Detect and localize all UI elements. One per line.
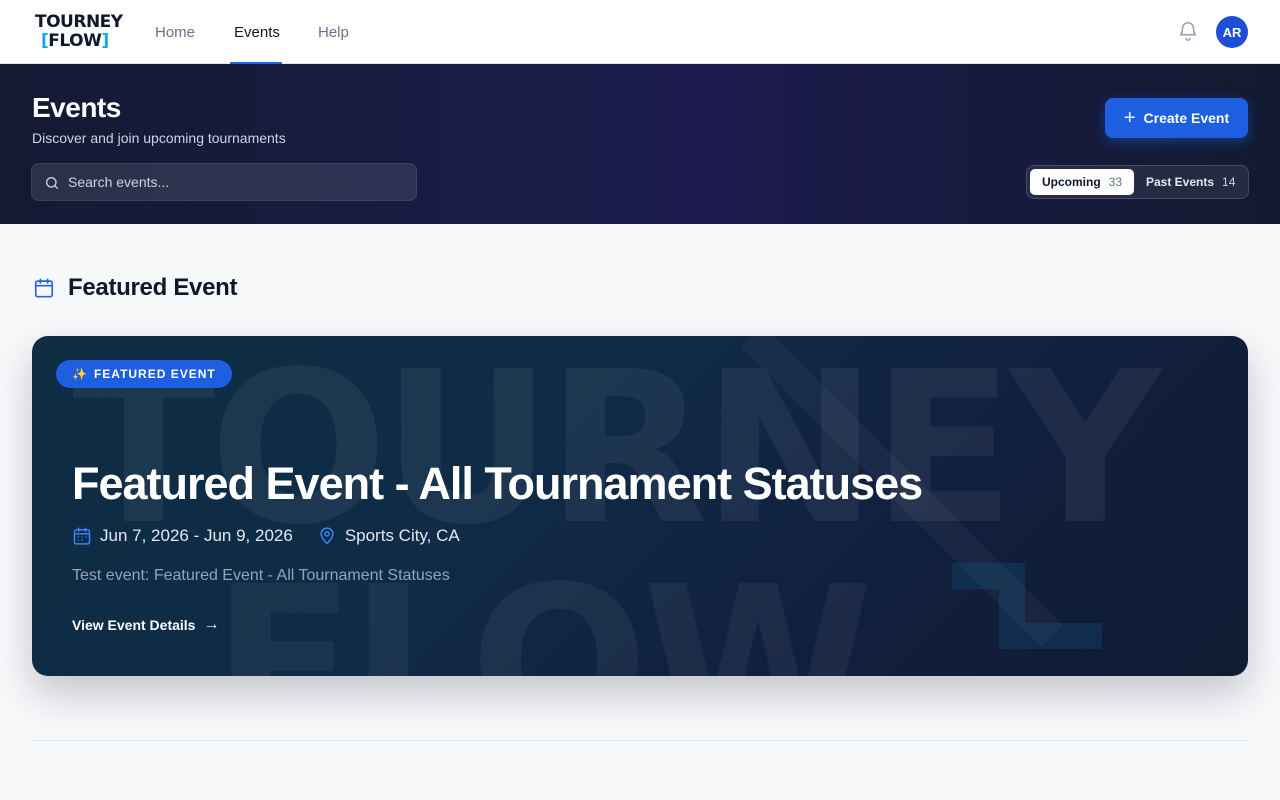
bell-icon[interactable] — [1177, 20, 1199, 42]
tab-past-events[interactable]: Past Events 14 — [1142, 169, 1246, 195]
logo-text-top: TOURNEY — [35, 12, 123, 32]
tab-past-events-label: Past Events — [1146, 175, 1215, 189]
tab-upcoming[interactable]: Upcoming 33 — [1030, 169, 1134, 195]
tab-upcoming-count: 33 — [1108, 175, 1123, 189]
featured-event-title: Featured Event - All Tournament Statuses — [72, 458, 923, 509]
event-dates: Jun 7, 2026 - Jun 9, 2026 — [100, 526, 293, 545]
tab-upcoming-label: Upcoming — [1042, 175, 1101, 189]
page-subtitle: Discover and join upcoming tournaments — [32, 130, 286, 146]
section-title: Featured Event — [68, 274, 238, 301]
view-event-details-label: View Event Details — [72, 617, 196, 633]
nav-link-home[interactable]: Home — [155, 24, 195, 41]
events-hero: Events Discover and join upcoming tourna… — [0, 64, 1280, 224]
event-location: Sports City, CA — [317, 526, 460, 546]
create-event-label: Create Event — [1143, 110, 1230, 126]
tab-past-events-count: 14 — [1222, 175, 1236, 189]
calendar-icon — [34, 278, 54, 298]
featured-event-card[interactable]: TOURNEY FLOW ✨ FEATURED EVENT Featured E… — [32, 336, 1248, 676]
search-box — [31, 163, 417, 201]
map-pin-icon — [320, 527, 334, 545]
user-avatar[interactable]: AR — [1216, 16, 1248, 48]
calendar-icon — [73, 527, 91, 545]
svg-text:FLOW: FLOW — [212, 541, 868, 676]
arrow-right-icon: → — [203, 616, 220, 633]
featured-badge-label: FEATURED EVENT — [93, 367, 216, 381]
view-event-details-link[interactable]: View Event Details → — [72, 616, 219, 634]
logo-text-bottom: [FLOW] — [41, 31, 109, 51]
tourneyflow-logo[interactable]: TOURNEY [FLOW] — [33, 12, 123, 54]
search-input[interactable] — [68, 164, 408, 200]
section-divider — [32, 740, 1248, 741]
event-description: Test event: Featured Event - All Tournam… — [72, 567, 450, 584]
nav-link-help[interactable]: Help — [318, 24, 349, 41]
nav-link-events[interactable]: Events — [234, 24, 280, 41]
event-location-text: Sports City, CA — [344, 526, 460, 545]
create-event-button[interactable]: + Create Event — [1105, 98, 1248, 138]
plus-icon: + — [1123, 107, 1136, 129]
event-filter-tabs: Upcoming 33 Past Events 14 — [1026, 165, 1249, 199]
top-nav: TOURNEY [FLOW] Home Events Help AR — [0, 0, 1280, 64]
featured-badge: ✨ FEATURED EVENT — [56, 360, 232, 388]
sparkles-icon: ✨ — [72, 367, 88, 381]
event-meta: Jun 7, 2026 - Jun 9, 2026 Sports City, C… — [72, 526, 460, 546]
search-icon — [46, 177, 58, 189]
page-title: Events — [32, 92, 121, 123]
